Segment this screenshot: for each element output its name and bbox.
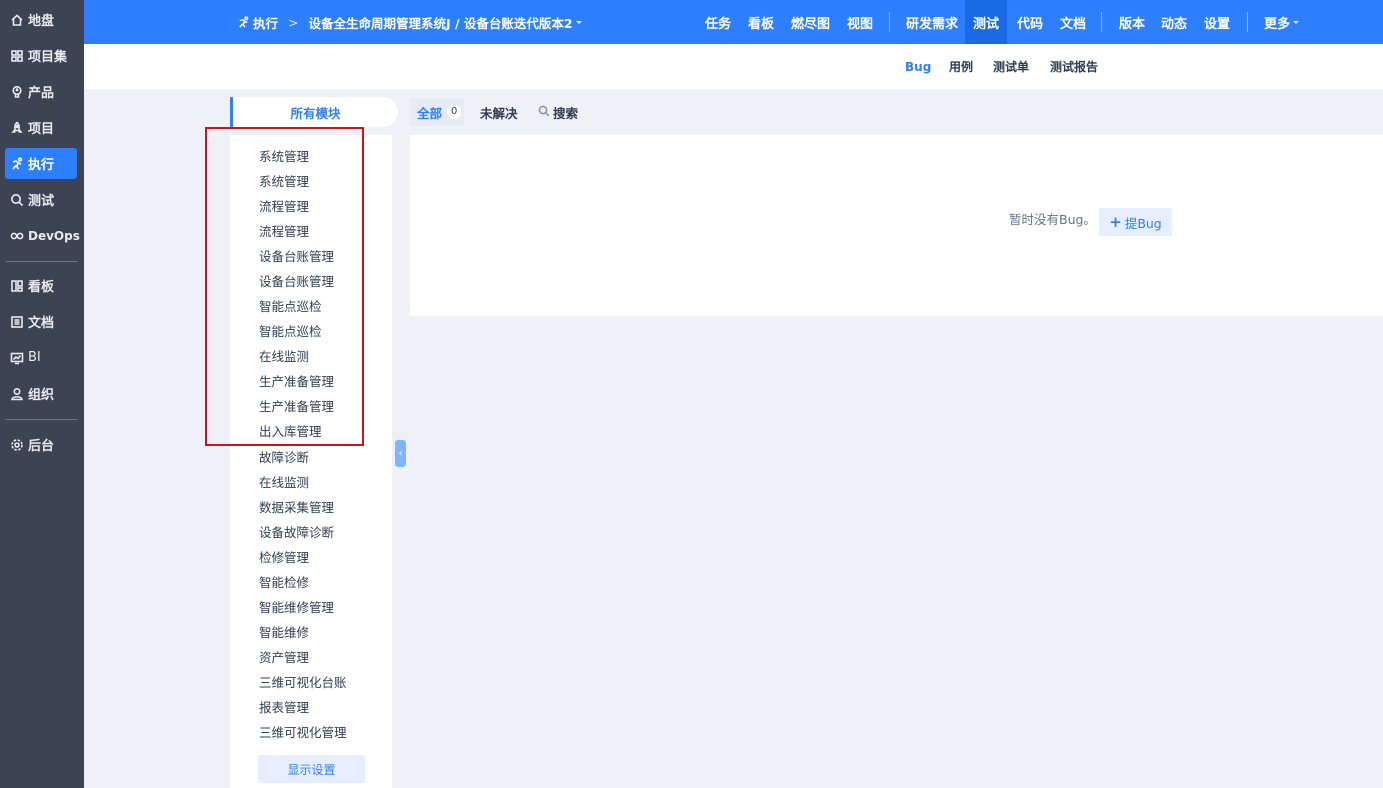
left-navigation: 地盘 项目集 产品 项目 执行 测试 DevOps 看板 文档 BI 组织 后台: [0, 0, 84, 788]
doc-icon: [10, 315, 24, 329]
subnav-bug[interactable]: Bug: [905, 44, 931, 89]
header-divider: [1247, 12, 1248, 32]
nav-item-dashboard[interactable]: 地盘: [5, 4, 77, 35]
user-icon: [10, 387, 24, 401]
empty-state-text: 暂时没有Bug。: [1009, 212, 1096, 227]
header-nav-code[interactable]: 代码: [1017, 0, 1043, 44]
nav-item-label: 执行: [28, 158, 55, 173]
display-settings-button[interactable]: 显示设置: [258, 755, 365, 783]
nav-item-kanban[interactable]: 看板: [5, 270, 77, 301]
collapse-sidebar-handle[interactable]: ‹: [395, 440, 406, 467]
add-bug-button[interactable]: + 提Bug: [1099, 208, 1172, 236]
subnav-case[interactable]: 用例: [949, 44, 973, 89]
nav-item-label: BI: [28, 350, 41, 365]
module-item[interactable]: 数据采集管理: [259, 498, 334, 518]
add-bug-label: 提Bug: [1124, 215, 1162, 231]
nav-item-doc[interactable]: 文档: [5, 306, 77, 337]
run-icon: [237, 15, 250, 29]
subnav-testreport[interactable]: 测试报告: [1050, 44, 1098, 89]
header-nav-task[interactable]: 任务: [705, 0, 731, 44]
sub-navigation: Bug 用例 测试单 测试报告: [84, 44, 1383, 89]
count-badge: 0: [447, 105, 462, 119]
nav-item-program[interactable]: 项目集: [5, 40, 77, 71]
chart-icon: [10, 351, 24, 365]
nav-item-product[interactable]: 产品: [5, 76, 77, 107]
all-modules-button[interactable]: 所有模块: [230, 97, 398, 127]
header-nav-dynamic[interactable]: 动态: [1161, 0, 1187, 44]
header-nav-more[interactable]: 更多: [1264, 0, 1300, 44]
nav-item-test[interactable]: 测试: [5, 184, 77, 215]
nav-divider: [5, 419, 77, 420]
breadcrumb-section[interactable]: 执行: [253, 13, 278, 32]
header-nav-test[interactable]: 测试: [965, 0, 1008, 44]
filter-all-label: 全部: [417, 105, 443, 121]
gear-icon: [10, 438, 24, 452]
module-item[interactable]: 三维可视化管理: [259, 723, 347, 743]
chevron-down-icon[interactable]: [575, 20, 582, 24]
module-item[interactable]: 报表管理: [259, 698, 309, 718]
infinity-icon: [10, 229, 24, 243]
search-icon: [538, 105, 553, 120]
nav-item-label: DevOps: [28, 228, 80, 243]
subnav-testtask[interactable]: 测试单: [993, 44, 1029, 89]
nav-item-label: 文档: [28, 316, 55, 331]
module-item[interactable]: 智能维修管理: [259, 598, 334, 618]
highlight-annotation-box: [205, 127, 364, 446]
search-label: 搜索: [553, 105, 579, 121]
nav-item-label: 后台: [28, 439, 55, 454]
nav-item-org[interactable]: 组织: [5, 378, 77, 409]
module-item[interactable]: 检修管理: [259, 548, 309, 568]
nav-item-label: 项目: [28, 122, 55, 137]
header-nav-burndown[interactable]: 燃尽图: [791, 0, 830, 44]
bulb-icon: [10, 85, 24, 99]
top-header: 执行 > 设备全生命周期管理系统J / 设备台账迭代版本2 任务 看板 燃尽图 …: [84, 0, 1383, 44]
kanban-icon: [10, 279, 24, 293]
plus-icon: +: [1109, 213, 1122, 231]
module-item[interactable]: 智能检修: [259, 573, 309, 593]
header-nav-build[interactable]: 版本: [1119, 0, 1145, 44]
header-nav-settings[interactable]: 设置: [1204, 0, 1230, 44]
chevron-right-icon: >: [288, 14, 299, 30]
nav-item-label: 项目集: [28, 50, 68, 65]
nav-item-devops[interactable]: DevOps: [5, 220, 80, 251]
search-toggle[interactable]: 搜索: [538, 98, 578, 126]
grid-icon: [10, 49, 24, 63]
run-icon: [10, 156, 24, 171]
nav-item-label: 地盘: [28, 14, 55, 29]
more-label: 更多: [1264, 16, 1291, 32]
nav-divider: [5, 261, 77, 262]
search-icon: [10, 193, 24, 207]
nav-item-label: 组织: [28, 388, 55, 403]
nav-item-label: 测试: [28, 194, 55, 209]
header-nav-view[interactable]: 视图: [847, 0, 873, 44]
header-nav-story[interactable]: 研发需求: [906, 0, 958, 44]
nav-item-label: 看板: [28, 280, 55, 295]
module-item[interactable]: 在线监测: [259, 473, 309, 493]
header-divider: [1101, 12, 1102, 32]
module-item[interactable]: 故障诊断: [259, 448, 309, 468]
filter-unresolved-tab[interactable]: 未解决: [480, 98, 518, 126]
header-nav-doc[interactable]: 文档: [1060, 0, 1086, 44]
header-divider: [889, 12, 890, 32]
header-nav-kanban[interactable]: 看板: [748, 0, 774, 44]
breadcrumb: 执行 > 设备全生命周期管理系统J / 设备台账迭代版本2: [237, 0, 582, 44]
chevron-left-icon: ‹: [398, 448, 403, 459]
nav-item-admin[interactable]: 后台: [5, 429, 77, 460]
nav-item-bi[interactable]: BI: [5, 342, 77, 373]
filter-all-tab[interactable]: 全部 0: [410, 98, 464, 126]
module-item[interactable]: 设备故障诊断: [259, 523, 334, 543]
home-icon: [10, 13, 24, 27]
nav-item-label: 产品: [28, 86, 55, 101]
rocket-icon: [10, 120, 24, 135]
module-item[interactable]: 资产管理: [259, 648, 309, 668]
module-item[interactable]: 三维可视化台账: [259, 673, 347, 693]
bug-list-panel: [410, 135, 1383, 316]
module-item[interactable]: 智能维修: [259, 623, 309, 643]
nav-item-execution[interactable]: 执行: [5, 148, 77, 179]
breadcrumb-execution[interactable]: 设备全生命周期管理系统J / 设备台账迭代版本2: [309, 13, 573, 32]
chevron-down-icon: [1293, 20, 1300, 24]
nav-item-project[interactable]: 项目: [5, 112, 77, 143]
